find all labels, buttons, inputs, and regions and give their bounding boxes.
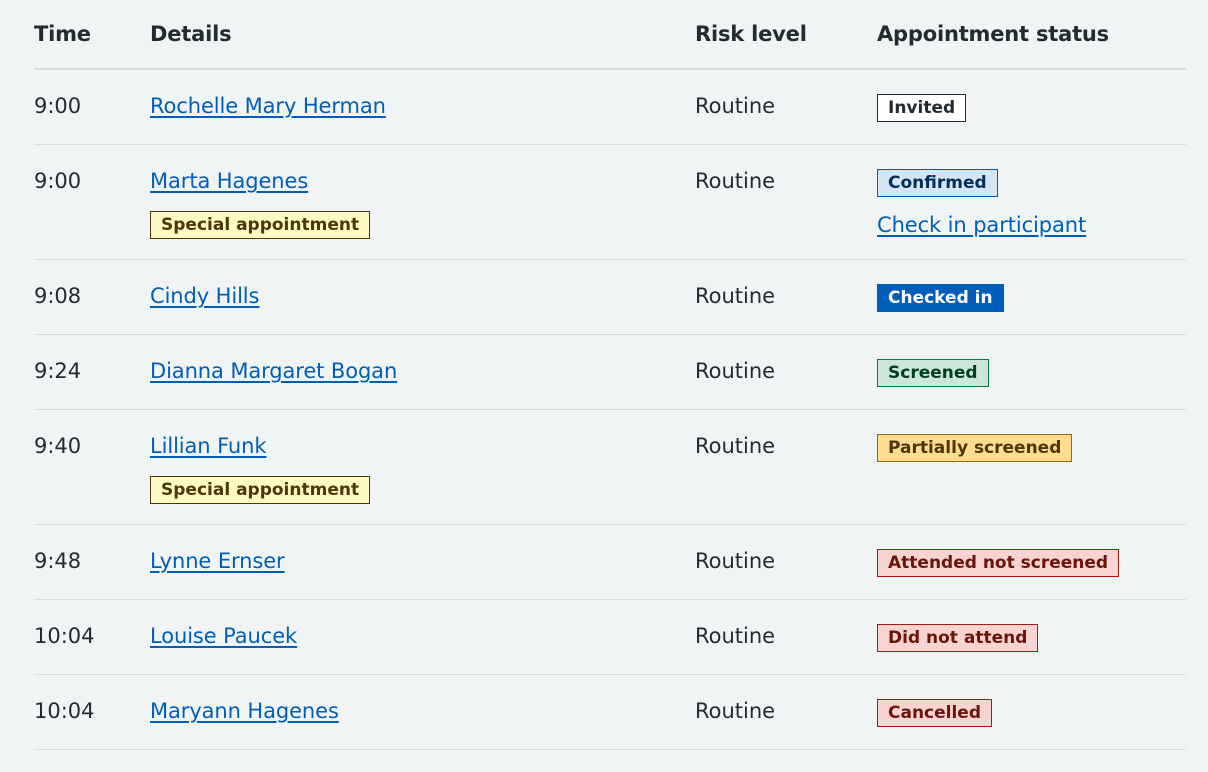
table-row: 9:00 Marta Hagenes Special appointment R… (34, 144, 1186, 260)
header-row: Time Details Risk level Appointment stat… (34, 0, 1186, 70)
time-text: 9:08 (34, 284, 82, 308)
risk-cell: Routine (695, 334, 877, 410)
table-header: Time Details Risk level Appointment stat… (34, 0, 1186, 70)
time-cell: 9:24 (34, 334, 150, 410)
column-header-time: Time (34, 0, 150, 70)
details-cell: Louise Paucek (150, 599, 695, 675)
special-appointment-badge: Special appointment (150, 476, 371, 504)
status-badge: Checked in (877, 284, 1004, 312)
risk-cell: Routine (695, 599, 877, 675)
status-badge: Invited (877, 94, 967, 122)
details-cell: Cindy Hills (150, 259, 695, 335)
status-cell: Did not attend (877, 599, 1186, 675)
status-cell: Invited (877, 69, 1186, 145)
participant-name-link[interactable]: Marta Hagenes (150, 169, 308, 193)
status-badge: Cancelled (877, 699, 993, 727)
risk-level-text: Routine (695, 359, 776, 383)
column-header-details: Details (150, 0, 695, 70)
status-cell: Checked in (877, 259, 1186, 335)
participant-name-link[interactable]: Dianna Margaret Bogan (150, 359, 397, 383)
table-body: 9:00 Rochelle Mary Herman Routine Invite… (34, 69, 1186, 750)
risk-cell: Routine (695, 259, 877, 335)
time-text: 9:48 (34, 549, 82, 573)
column-header-appointment-status: Appointment status (877, 0, 1186, 70)
details-cell: Maryann Hagenes (150, 674, 695, 750)
status-cell: Screened (877, 334, 1186, 410)
time-text: 9:00 (34, 169, 82, 193)
details-cell: Lynne Ernser (150, 524, 695, 600)
risk-level-text: Routine (695, 624, 776, 648)
participant-name-link[interactable]: Rochelle Mary Herman (150, 94, 386, 118)
table-row: 10:04 Louise Paucek Routine Did not atte… (34, 599, 1186, 675)
risk-level-text: Routine (695, 549, 776, 573)
risk-cell: Routine (695, 69, 877, 145)
risk-level-text: Routine (695, 169, 776, 193)
time-cell: 10:04 (34, 674, 150, 750)
appointments-table-wrapper: Time Details Risk level Appointment stat… (34, 0, 1186, 750)
table-row: 9:40 Lillian Funk Special appointment Ro… (34, 409, 1186, 525)
risk-cell: Routine (695, 674, 877, 750)
details-cell: Lillian Funk Special appointment (150, 409, 695, 525)
status-cell: Attended not screened (877, 524, 1186, 600)
details-cell: Marta Hagenes Special appointment (150, 144, 695, 260)
status-badge: Attended not screened (877, 549, 1120, 577)
time-text: 10:04 (34, 624, 95, 648)
table-row: 9:00 Rochelle Mary Herman Routine Invite… (34, 69, 1186, 145)
special-appointment-badge: Special appointment (150, 211, 371, 239)
time-cell: 9:48 (34, 524, 150, 600)
participant-name-link[interactable]: Lynne Ernser (150, 549, 285, 573)
column-header-risk-level: Risk level (695, 0, 877, 70)
status-badge: Confirmed (877, 169, 998, 197)
participant-name-link[interactable]: Louise Paucek (150, 624, 297, 648)
table-row: 9:24 Dianna Margaret Bogan Routine Scree… (34, 334, 1186, 410)
status-badge: Did not attend (877, 624, 1039, 652)
risk-cell: Routine (695, 144, 877, 260)
status-cell: Confirmed Check in participant (877, 144, 1186, 260)
participant-name-link[interactable]: Cindy Hills (150, 284, 259, 308)
risk-level-text: Routine (695, 284, 776, 308)
table-row: 9:08 Cindy Hills Routine Checked in (34, 259, 1186, 335)
time-cell: 10:04 (34, 599, 150, 675)
time-cell: 9:00 (34, 69, 150, 145)
time-text: 9:00 (34, 94, 82, 118)
risk-cell: Routine (695, 409, 877, 525)
table-row: 10:04 Maryann Hagenes Routine Cancelled (34, 674, 1186, 750)
participant-name-link[interactable]: Maryann Hagenes (150, 699, 339, 723)
participant-name-link[interactable]: Lillian Funk (150, 434, 267, 458)
risk-cell: Routine (695, 524, 877, 600)
status-badge: Partially screened (877, 434, 1073, 462)
time-cell: 9:00 (34, 144, 150, 260)
time-text: 9:40 (34, 434, 82, 458)
time-text: 10:04 (34, 699, 95, 723)
status-cell: Partially screened (877, 409, 1186, 525)
details-cell: Rochelle Mary Herman (150, 69, 695, 145)
status-cell: Cancelled (877, 674, 1186, 750)
risk-level-text: Routine (695, 94, 776, 118)
details-cell: Dianna Margaret Bogan (150, 334, 695, 410)
appointments-table: Time Details Risk level Appointment stat… (34, 0, 1186, 750)
time-cell: 9:08 (34, 259, 150, 335)
risk-level-text: Routine (695, 434, 776, 458)
risk-level-text: Routine (695, 699, 776, 723)
time-text: 9:24 (34, 359, 82, 383)
check-in-participant-link[interactable]: Check in participant (877, 211, 1086, 239)
status-badge: Screened (877, 359, 989, 387)
table-row: 9:48 Lynne Ernser Routine Attended not s… (34, 524, 1186, 600)
time-cell: 9:40 (34, 409, 150, 525)
